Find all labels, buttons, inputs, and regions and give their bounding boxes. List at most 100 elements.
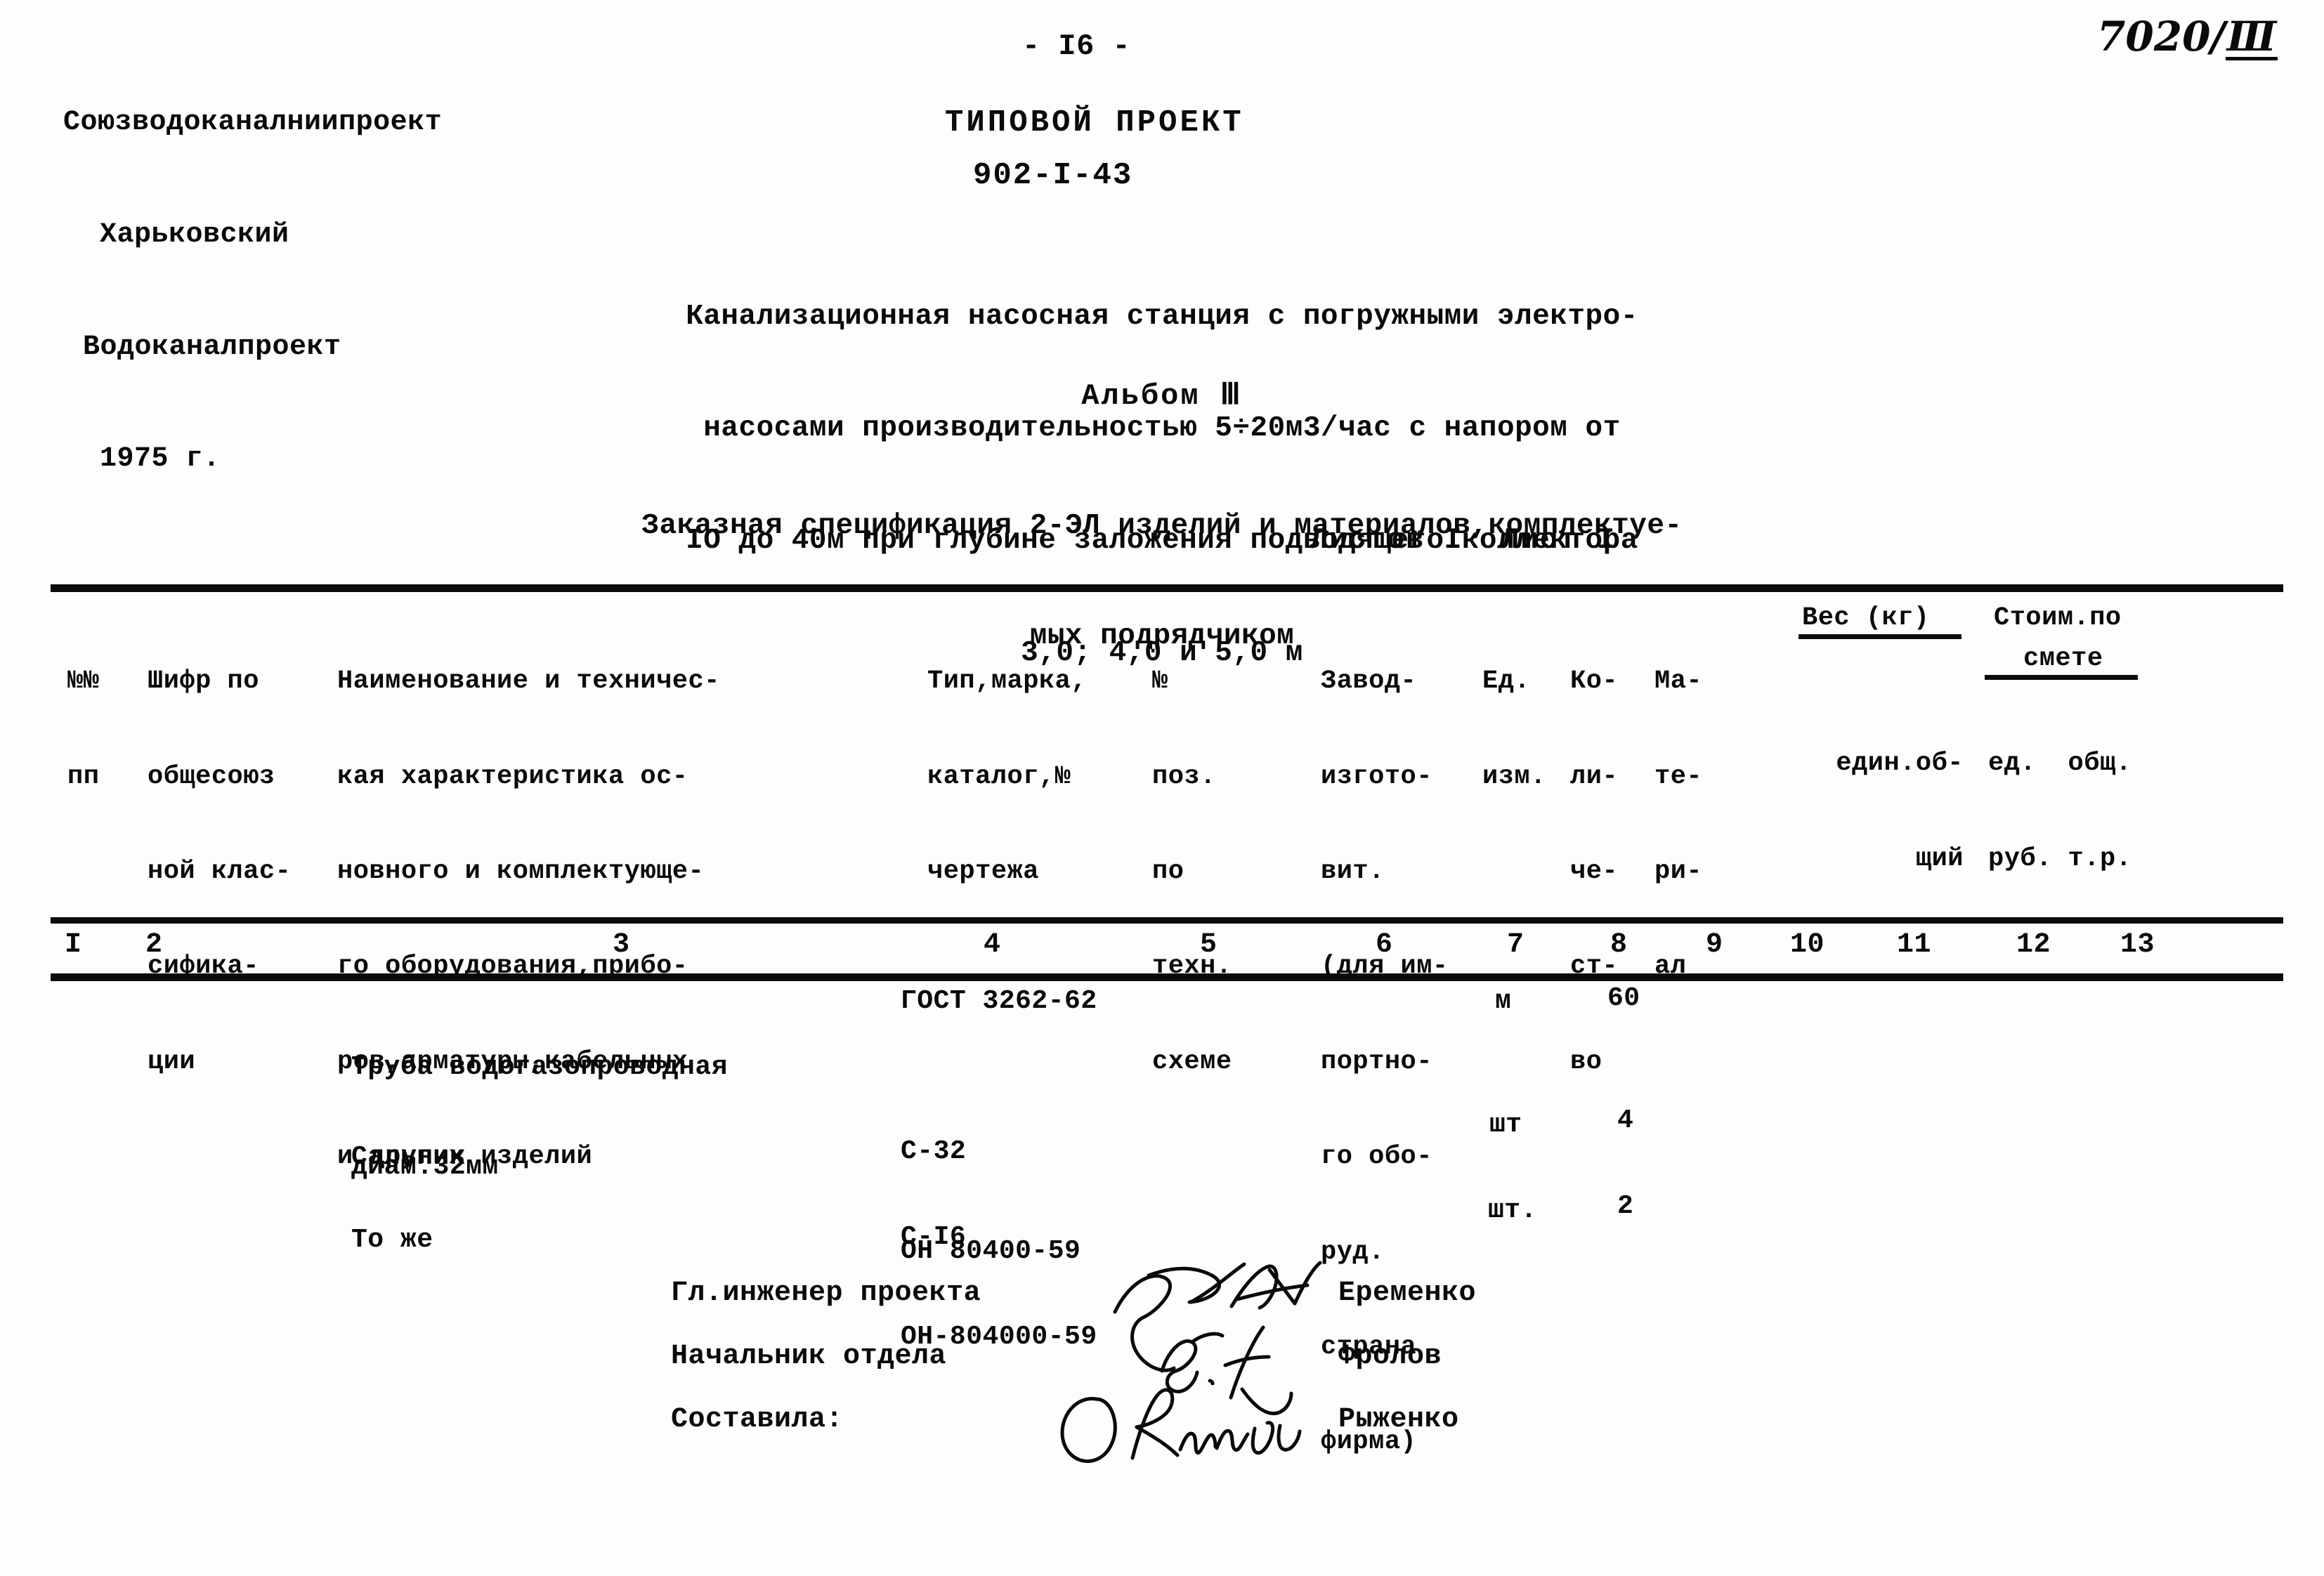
column-number-6: 6 (1376, 929, 1393, 961)
column-header-7-line-2: изм. (1482, 761, 1546, 792)
column-header-6-line-3: вит. (1321, 857, 1385, 886)
signature-mark-3 (1054, 1385, 1335, 1476)
column-header-7-line-1: Ед. (1482, 666, 1531, 697)
row-1-unit: м (1495, 986, 1512, 1016)
document-page: Союзводоканалниипроект Харьковский Водок… (0, 0, 2324, 1576)
column-header-2-line-4: сифика- (148, 952, 259, 982)
column-number-12: 12 (2016, 929, 2051, 961)
column-header-8-line-2: ли- (1570, 761, 1619, 792)
column-header-6-line-2: изгото- (1321, 761, 1432, 792)
column-header-5-line-1: № (1152, 666, 1168, 697)
signature-role-3: Составила: (671, 1404, 844, 1436)
cost-sub-gap-2 (2052, 844, 2068, 874)
handwritten-album-roman: Ⅲ (2225, 13, 2278, 60)
table-top-rule (51, 584, 2283, 592)
sheets-count: Листов I Лист I (1310, 523, 1617, 557)
column-header-5-line-3: по (1152, 857, 1184, 886)
row-3-unit: шт. (1488, 1195, 1537, 1226)
handwritten-archive-number: 7020/Ⅲ (2097, 13, 2278, 60)
column-header-4-line-3: чертежа (927, 857, 1039, 886)
column-header-4-line-1: Тип,марка, (927, 666, 1088, 697)
column-header-2-line-2: общесоюз (148, 761, 275, 792)
column-header-7: Ед. изм. (1482, 603, 1546, 856)
row-3-name-line-1: То же (351, 1225, 433, 1256)
column-number-8: 8 (1610, 929, 1628, 961)
signature-name-3: Рыженко (1338, 1404, 1459, 1436)
column-header-2-line-3: ной клас- (148, 857, 292, 886)
column-header-8-line-1: Ко- (1570, 666, 1619, 697)
column-number-3: 3 (613, 929, 630, 961)
cost-sub-obsh: общ. (2068, 749, 2132, 779)
cost-sub-rub: руб. (1988, 843, 2052, 874)
column-header-cost-line-2: смете (2023, 644, 2103, 674)
column-number-2: 2 (145, 929, 163, 961)
column-header-1-line-1: №№ (67, 666, 100, 697)
column-number-1: I (65, 929, 82, 961)
column-header-5-line-4: техн. (1152, 952, 1232, 982)
column-header-6-line-1: Завод- (1321, 666, 1417, 697)
column-header-3-line-3: новного и комплектующе- (337, 857, 705, 886)
signature-role-2: Начальник отдела (671, 1341, 947, 1372)
row-2-qty: 4 (1617, 1105, 1634, 1136)
column-header-weight: Вес (кг) (1802, 603, 1930, 633)
table-row: То же (351, 1157, 433, 1323)
album-label: Альбом Ⅲ (1081, 379, 1243, 413)
specification-line-1: Заказная спецификация 2-ЭЛ изделий и мат… (641, 509, 1683, 542)
column-header-8-line-5: во (1570, 1046, 1602, 1077)
cost-sub-tr: т.р. (2068, 843, 2132, 874)
column-header-6-line-7: руд. (1321, 1237, 1385, 1267)
column-header-2-line-1: Шифр по (148, 666, 259, 697)
column-number-7: 7 (1507, 929, 1525, 961)
column-header-cost-sub: ед. общ. руб. т.р. (1988, 685, 2132, 938)
column-header-9-line-3: ри- (1654, 857, 1703, 886)
page-number: - I6 - (1022, 29, 1131, 63)
column-number-9: 9 (1706, 929, 1723, 961)
column-header-6: Завод- изгото- вит. (для им- портно- го … (1321, 603, 1449, 1522)
column-header-5: № поз. по техн. схеме (1152, 603, 1232, 1141)
signature-name-2: Фролов (1338, 1341, 1442, 1372)
row-2-unit: шт (1489, 1110, 1522, 1140)
row-3-type-line-1: С-I6 (901, 1222, 967, 1253)
signature-role-1: Гл.инженер проекта (671, 1278, 981, 1309)
signature-name-1: Еременко (1338, 1278, 1477, 1309)
column-header-9: Ма- те- ри- ал (1654, 603, 1718, 1046)
column-number-4: 4 (984, 929, 1001, 961)
cost-sub-gap (2036, 749, 2068, 778)
weight-sub-line-2: щий (1915, 843, 1964, 874)
column-header-4-line-2: каталог,№ (927, 761, 1071, 792)
document-code: 902-I-43 (973, 158, 1133, 193)
description-line-1: Канализационная насосная станция с погру… (686, 300, 1638, 333)
column-header-9-line-1: Ма- (1654, 666, 1703, 697)
row-1-qty: 60 (1607, 983, 1640, 1013)
column-number-10: 10 (1790, 929, 1825, 961)
cost-header-underline (1985, 675, 2138, 680)
column-header-5-line-2: поз. (1152, 761, 1216, 792)
cost-sub-ed: ед. (1988, 749, 2037, 779)
column-header-5-line-5: схеме (1152, 1046, 1232, 1077)
org-line-1: Союзводоканалниипроект (63, 107, 443, 139)
column-header-2-line-5: ции (148, 1046, 196, 1077)
column-number-13: 13 (2120, 929, 2155, 961)
column-header-weight-sub: един.об- щий (1728, 685, 1964, 938)
weight-sub-line-1: един.об- (1836, 749, 1964, 779)
column-header-1-line-2: пп (67, 761, 100, 792)
column-header-1: №№ пп (67, 603, 131, 856)
weight-header-underline (1799, 634, 1961, 639)
row-1-type: ГОСТ 3262-62 (901, 986, 1097, 1016)
column-header-cost: Стоим.по (1994, 603, 2122, 633)
column-number-5: 5 (1200, 929, 1218, 961)
document-kind-title: ТИПОВОЙ ПРОЕКТ (945, 105, 1244, 140)
column-header-3-line-1: Наименование и техничес- (337, 666, 720, 697)
column-header-9-line-2: те- (1654, 761, 1703, 792)
column-header-3-line-4: го оборудования,прибо- (337, 952, 688, 982)
handwritten-number-value: 7020/ (2097, 13, 2226, 60)
row-3-qty: 2 (1617, 1191, 1634, 1221)
column-header-3-line-2: кая характеристика ос- (337, 761, 688, 792)
column-header-6-line-6: го обо- (1321, 1142, 1432, 1172)
column-header-4: Тип,марка, каталог,№ чертежа (927, 603, 1087, 951)
column-header-2: Шифр по общесоюз ной клас- сифика- ции (148, 603, 291, 1141)
column-number-11: 11 (1897, 929, 1932, 961)
column-header-8: Ко- ли- че- ст- во (1570, 603, 1634, 1141)
column-header-8-line-3: че- (1570, 857, 1619, 886)
column-header-6-line-5: портно- (1321, 1046, 1432, 1077)
